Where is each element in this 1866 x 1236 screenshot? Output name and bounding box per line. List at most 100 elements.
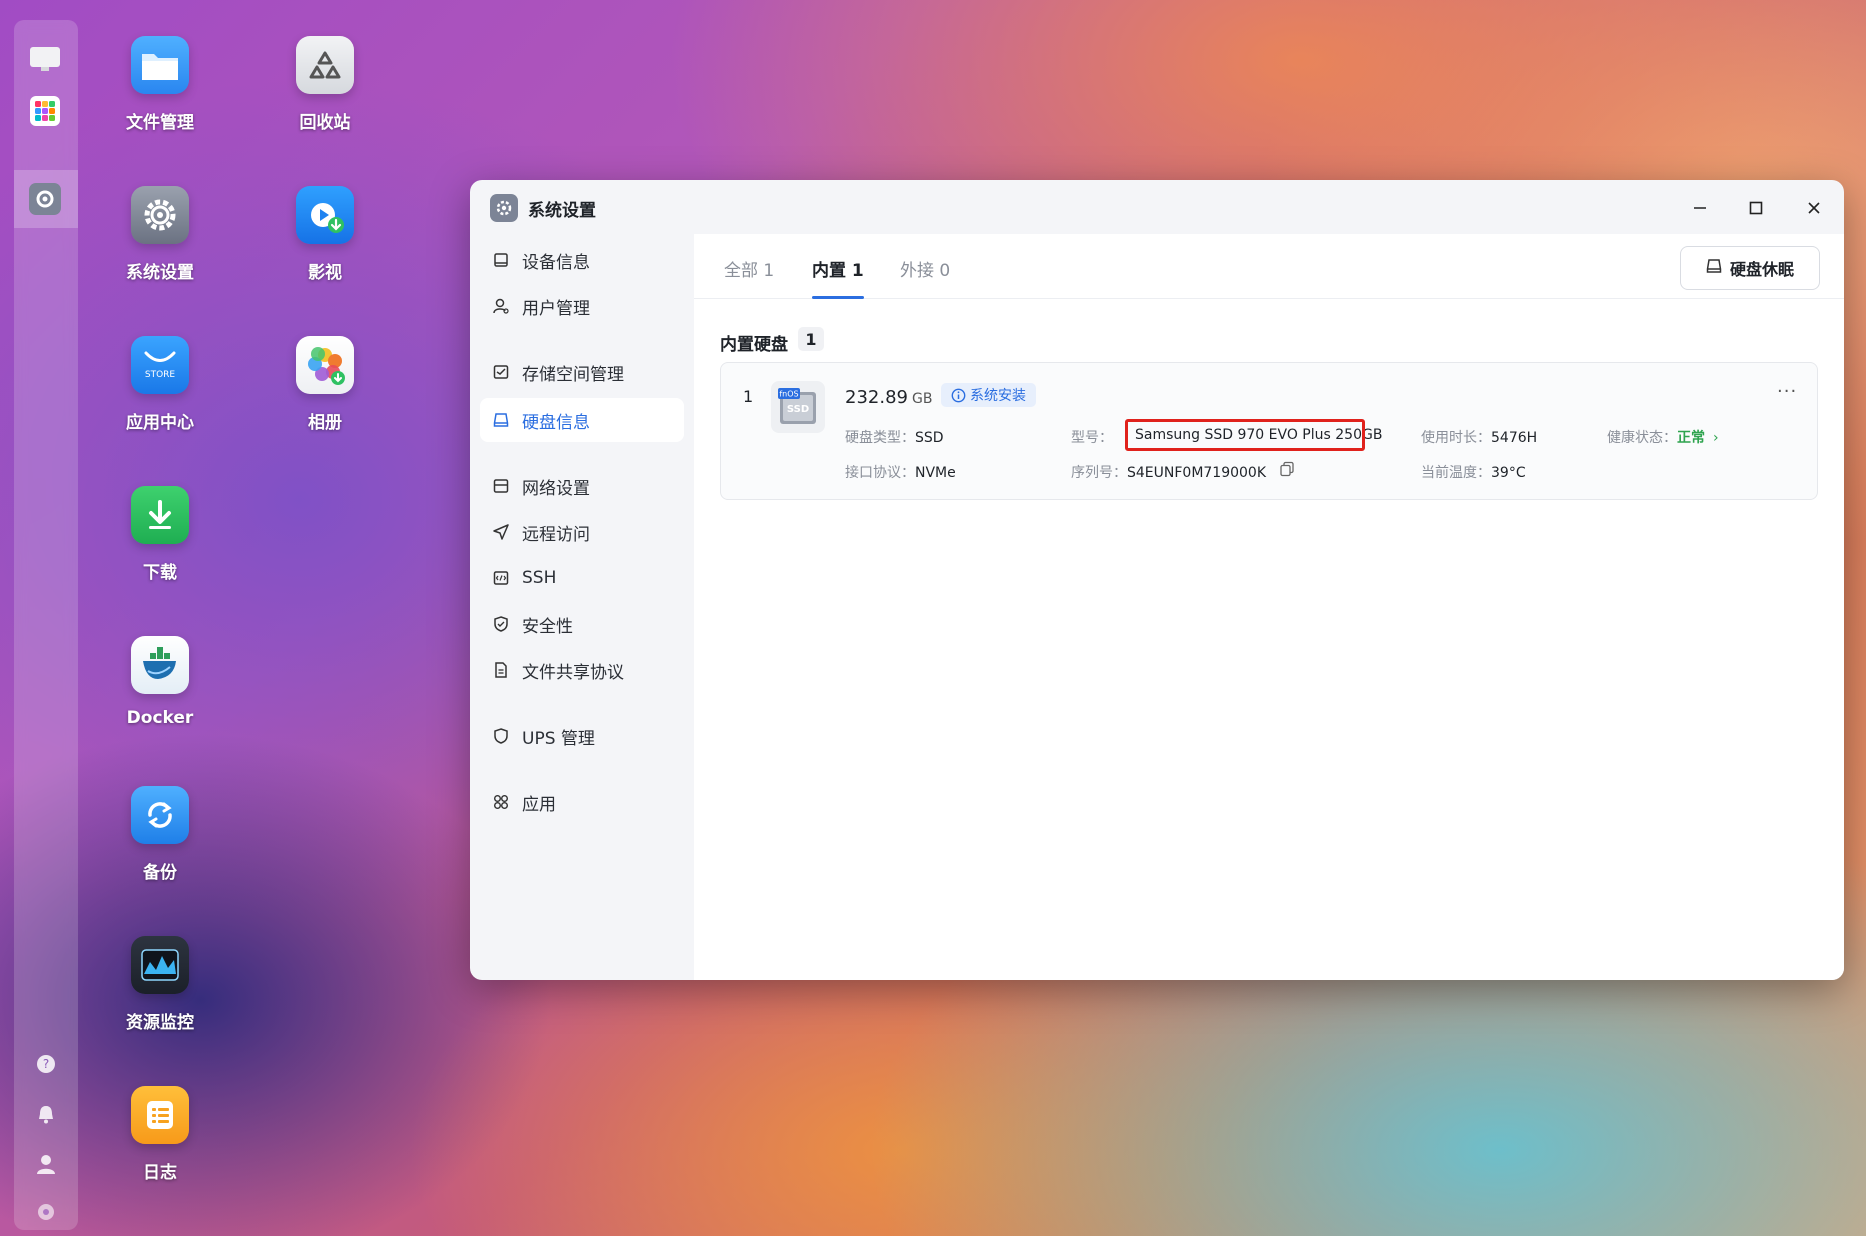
store-tile-text: STORE [144,370,176,380]
desktop-app-download[interactable]: 下载 [90,486,230,583]
sidebar-item-device-info[interactable]: 设备信息 [480,238,684,282]
help-icon[interactable]: ? [36,1054,56,1074]
disk-icon [1706,258,1722,278]
sidebar-item-user-management[interactable]: 用户管理 [480,284,684,328]
disk-card[interactable]: 1 fnOS SSD 232.89 GB 系统安装 ··· 硬盘类型：SSD 型号… [720,362,1818,500]
sidebar-item-security[interactable]: 安全性 [480,602,684,646]
log-icon [131,1086,189,1144]
apps-icon [490,794,512,810]
system-settings-dock-icon[interactable] [28,182,62,216]
sidebar-item-remote-access[interactable]: 远程访问 [480,510,684,554]
desktop-app-file-manager[interactable]: 文件管理 [90,36,230,133]
sidebar-item-label: 文件共享协议 [522,662,624,683]
desktop-app-video[interactable]: 影视 [255,186,395,283]
ups-icon [490,728,512,744]
current-temperature: 当前温度：39°C [1421,462,1526,482]
sidebar-item-storage-management[interactable]: 存储空间管理 [480,350,684,394]
interface-protocol: 接口协议：NVMe [845,462,956,482]
serial-number: 序列号：S4EUNF0M719000K [1071,462,1266,482]
user-account-icon[interactable] [36,1154,56,1174]
svg-text:?: ? [43,1057,49,1071]
left-dock: ? [14,20,78,1230]
maximize-button[interactable] [1742,194,1770,222]
model-highlight-box [1125,419,1365,451]
info-icon [951,388,966,402]
sidebar-item-label: 用户管理 [522,298,590,319]
monitor-icon [131,936,189,994]
desktop-app-docker[interactable]: Docker [90,636,230,728]
more-options-button[interactable]: ··· [1777,381,1797,402]
usage-duration-value: 5476H [1491,430,1538,446]
window-title: 系统设置 [528,201,596,221]
desktop-app-photos[interactable]: 相册 [255,336,395,433]
file-share-icon [490,662,512,678]
desktop-app-resource-monitor[interactable]: 资源监控 [90,936,230,1033]
ssd-icon: fnOS SSD [771,381,825,433]
health-status[interactable]: 健康状态：正常 › [1607,427,1719,447]
desktop-app-label: 下载 [143,563,177,583]
usage-duration: 使用时长：5476H [1421,427,1537,447]
system-settings-window: 系统设置 设备信息 用户管理 存储空间管理 硬盘信息 网络设置 远程访问 SSH… [470,180,1844,980]
docker-icon [131,636,189,694]
gear-icon [131,186,189,244]
interface-protocol-value: NVMe [915,465,956,481]
desktop-app-label: 回收站 [299,113,351,133]
disk-icon [490,412,512,428]
folder-icon [131,36,189,94]
recycle-bin-icon [296,36,354,94]
serial-number-value: S4EUNF0M719000K [1127,465,1267,481]
sidebar-item-file-sharing[interactable]: 文件共享协议 [480,648,684,692]
sidebar-item-apps[interactable]: 应用 [480,780,684,824]
desktop-app-label: 日志 [143,1163,177,1183]
disk-index: 1 [743,387,754,406]
sidebar-item-label: SSH [522,568,557,588]
temperature-value: 39°C [1491,465,1526,481]
desktop-app-backup[interactable]: 备份 [90,786,230,883]
sidebar-item-label: 安全性 [522,616,573,637]
desktop-app-label: Docker [126,708,194,728]
disk-model-label: 型号： [1071,430,1113,446]
disk-sleep-label: 硬盘休眠 [1729,260,1794,279]
desktop-app-label: 相册 [308,413,342,433]
capacity-unit: GB [911,391,933,407]
desktop-app-log[interactable]: 日志 [90,1086,230,1183]
minimize-button[interactable] [1686,194,1714,222]
sidebar-item-disk-info[interactable]: 硬盘信息 [480,398,684,442]
capacity-value: 232.89 [845,387,908,408]
tab-internal[interactable]: 内置 1 [812,256,864,281]
sidebar-item-network-settings[interactable]: 网络设置 [480,464,684,508]
tab-external[interactable]: 外接 0 [900,256,950,281]
section-count-badge: 1 [798,327,824,351]
sidebar-item-label: 远程访问 [522,524,590,545]
chevron-right-icon: › [1713,430,1719,446]
desktop-icon[interactable] [28,42,62,76]
active-tab-indicator [812,296,864,299]
window-titlebar[interactable]: 系统设置 [470,180,1844,234]
download-icon [131,486,189,544]
storage-icon [490,364,512,380]
sidebar-item-label: 应用 [522,794,556,815]
disk-type: 硬盘类型：SSD [845,427,944,447]
ssh-icon [490,570,512,586]
disk-capacity: 232.89 GB [845,387,932,408]
health-status-label: 健康状态： [1607,430,1677,446]
tab-all[interactable]: 全部 1 [724,256,774,281]
desktop-app-recycle-bin[interactable]: 回收站 [255,36,395,133]
settings-sidebar: 设备信息 用户管理 存储空间管理 硬盘信息 网络设置 远程访问 SSH 安全性 [470,234,694,980]
close-button[interactable] [1800,194,1828,222]
disk-type-value: SSD [915,430,944,446]
photos-icon [296,336,354,394]
disk-sleep-button[interactable]: 硬盘休眠 [1680,246,1820,290]
sidebar-item-ssh[interactable]: SSH [480,556,684,600]
system-install-label: 系统安装 [970,388,1026,404]
desktop-app-system-settings[interactable]: 系统设置 [90,186,230,283]
desktop-app-label: 文件管理 [126,113,194,133]
health-status-value: 正常 [1677,430,1705,446]
notification-bell-icon[interactable] [36,1104,56,1124]
desktop-app-store[interactable]: STORE 应用中心 [90,336,230,433]
sidebar-item-ups-management[interactable]: UPS 管理 [480,714,684,758]
app-launcher-icon[interactable] [28,94,62,128]
settings-gear-icon[interactable] [36,1202,56,1222]
copy-icon[interactable] [1279,461,1295,477]
ssd-badge-text: fnOS [779,390,798,399]
